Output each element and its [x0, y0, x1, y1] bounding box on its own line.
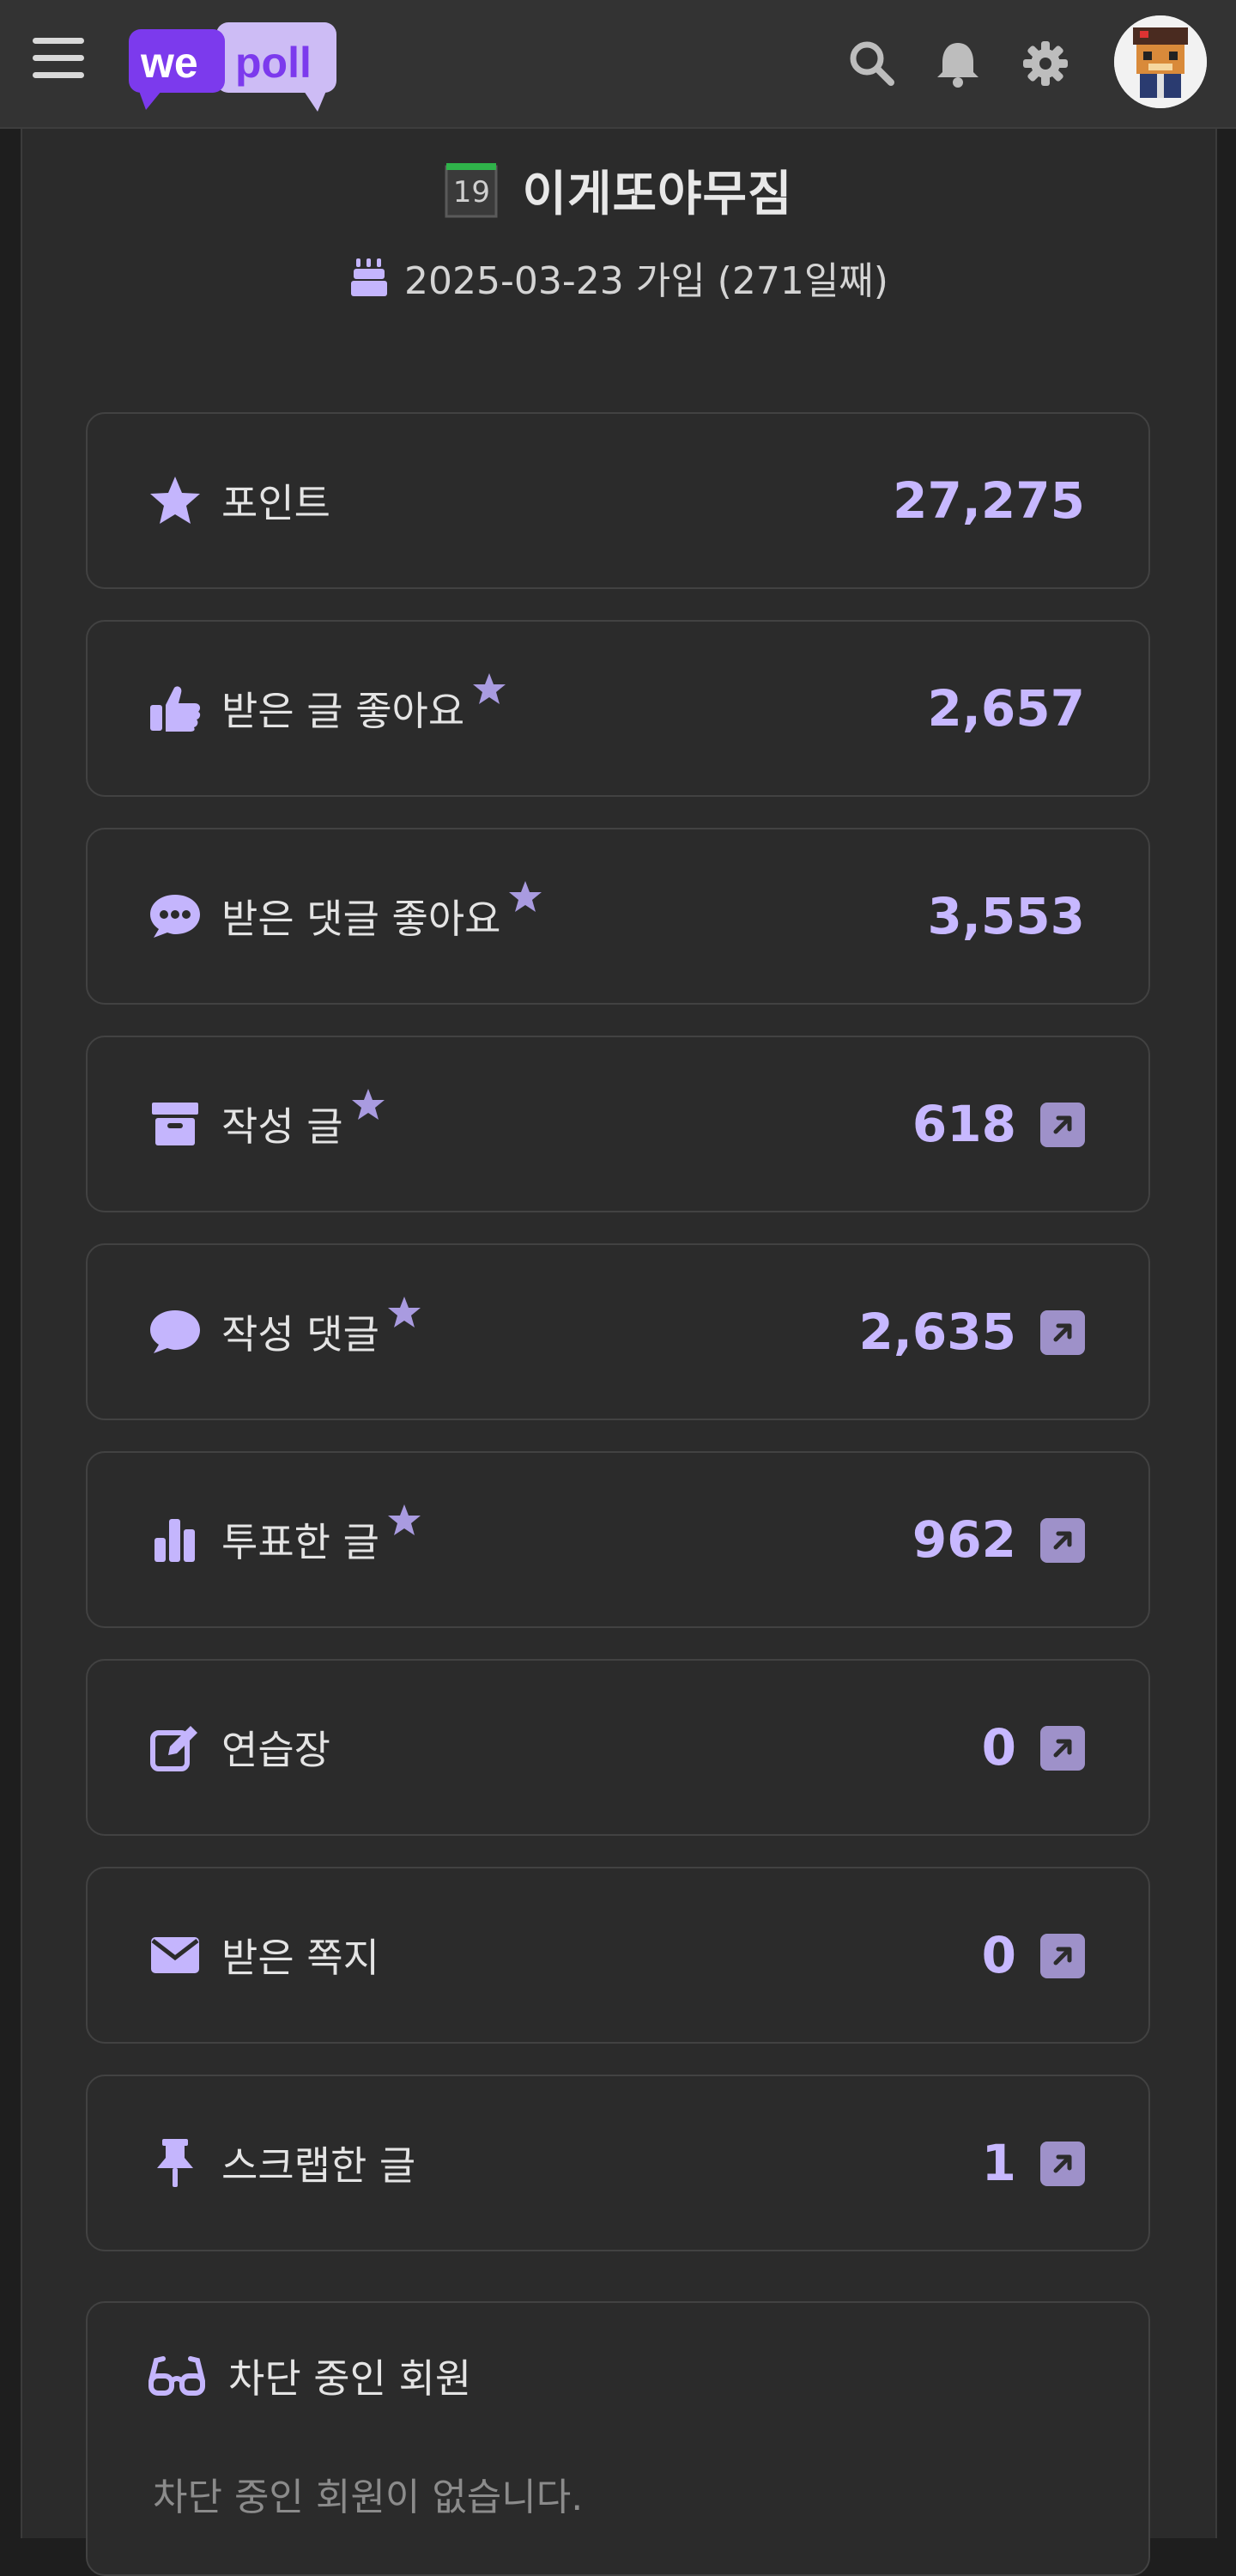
stat-label-group: 받은 댓글 좋아요: [148, 829, 543, 1003]
stat-card-points: 포인트 27,275: [86, 412, 1150, 589]
blocked-members-empty-text: 차단 중인 회원이 없습니다.: [153, 2476, 584, 2519]
edit-icon: [148, 1720, 203, 1775]
archive-icon: [148, 1097, 203, 1151]
stat-label: 작성 글: [221, 1103, 343, 1150]
top-bar: we poll: [0, 0, 1236, 129]
stat-value: 618: [912, 1095, 1016, 1153]
external-link-icon[interactable]: [1040, 1518, 1085, 1563]
stat-value: 962: [912, 1510, 1016, 1569]
blocked-members-title: 차단 중인 회원: [228, 2355, 472, 2402]
username: 이게또야무짐: [522, 166, 793, 222]
envelope-icon: [148, 1928, 203, 1983]
stat-label-group: 투표한 글: [148, 1453, 422, 1626]
join-date-row: 2025-03-23 가입 (271일째): [22, 247, 1215, 307]
avatar[interactable]: [1114, 15, 1207, 108]
stat-label-group: 받은 쪽지: [148, 1868, 379, 2042]
stat-card-scrapped-posts[interactable]: 스크랩한 글 1: [86, 2075, 1150, 2251]
stat-label: 연습장: [221, 1727, 330, 1773]
ranking-star-icon: [386, 1295, 422, 1331]
stat-label: 받은 댓글 좋아요: [221, 896, 501, 942]
level-badge: 19: [445, 161, 498, 218]
menu-icon[interactable]: [33, 38, 84, 86]
stat-label-group: 스크랩한 글: [148, 2076, 415, 2250]
logo-poll: poll: [235, 39, 312, 87]
pin-icon: [148, 2136, 203, 2190]
ranking-star-icon: [507, 879, 543, 915]
stat-label: 받은 쪽지: [221, 1935, 379, 1981]
ranking-star-icon: [471, 671, 507, 708]
stat-label: 투표한 글: [221, 1519, 379, 1565]
level-number: 19: [452, 175, 491, 210]
stat-card-received-post-likes: 받은 글 좋아요 2,657: [86, 620, 1150, 797]
external-link-icon[interactable]: [1040, 2142, 1085, 2186]
stat-card-practice-board[interactable]: 연습장 0: [86, 1659, 1150, 1836]
ranking-star-icon: [386, 1503, 422, 1539]
gear-icon[interactable]: [1020, 38, 1071, 89]
star-icon: [148, 473, 203, 528]
profile-panel: 19 이게또야무짐 2025-03-23 가입 (271일째) 포인트 27,27…: [21, 129, 1217, 2576]
stat-card-voted-posts[interactable]: 투표한 글 962: [86, 1451, 1150, 1628]
stat-label: 작성 댓글: [221, 1311, 379, 1358]
external-link-icon[interactable]: [1040, 1726, 1085, 1771]
blocked-members-card: 차단 중인 회원 차단 중인 회원이 없습니다.: [86, 2301, 1150, 2576]
glasses-icon: [148, 2356, 205, 2396]
stat-label-group: 연습장: [148, 1661, 330, 1834]
search-icon[interactable]: [846, 38, 898, 89]
birthday-cake-icon: [351, 258, 388, 296]
bar-chart-icon: [148, 1512, 203, 1567]
thumbs-up-icon: [148, 681, 203, 736]
stat-value: 27,275: [893, 471, 1085, 530]
external-link-icon[interactable]: [1040, 1103, 1085, 1147]
external-link-icon[interactable]: [1040, 1934, 1085, 1978]
blocked-members-header: 차단 중인 회원: [148, 2348, 471, 2404]
bell-icon[interactable]: [932, 38, 984, 89]
stat-value: 2,657: [927, 679, 1085, 738]
wepoll-logo[interactable]: we poll: [127, 21, 342, 115]
stat-label-group: 포인트: [148, 414, 330, 587]
ranking-star-icon: [350, 1087, 386, 1123]
stat-value: 3,553: [927, 887, 1085, 945]
logo-we: we: [140, 39, 198, 87]
stat-value: 2,635: [858, 1303, 1016, 1361]
stat-card-written-posts[interactable]: 작성 글 618: [86, 1036, 1150, 1212]
stat-label: 받은 글 좋아요: [221, 688, 465, 734]
stat-label: 스크랩한 글: [221, 2142, 416, 2189]
stat-label-group: 작성 글: [148, 1037, 386, 1211]
stat-label-group: 받은 글 좋아요: [148, 622, 507, 795]
stat-card-written-comments[interactable]: 작성 댓글 2,635: [86, 1243, 1150, 1420]
stat-label: 포인트: [221, 480, 330, 526]
avatar-character-icon: [1114, 15, 1207, 108]
external-link-icon[interactable]: [1040, 1310, 1085, 1355]
username-row: 19 이게또야무짐: [22, 151, 1215, 228]
stat-label-group: 작성 댓글: [148, 1245, 422, 1419]
join-date: 2025-03-23 가입 (271일째): [404, 259, 888, 303]
stat-value: 0: [981, 1718, 1016, 1777]
stat-card-received-comment-likes: 받은 댓글 좋아요 3,553: [86, 828, 1150, 1005]
comment-icon: [148, 1304, 203, 1359]
stat-value: 1: [981, 2134, 1016, 2192]
stat-value: 0: [981, 1926, 1016, 1984]
comment-dots-icon: [148, 889, 203, 944]
stat-card-received-messages[interactable]: 받은 쪽지 0: [86, 1867, 1150, 2044]
